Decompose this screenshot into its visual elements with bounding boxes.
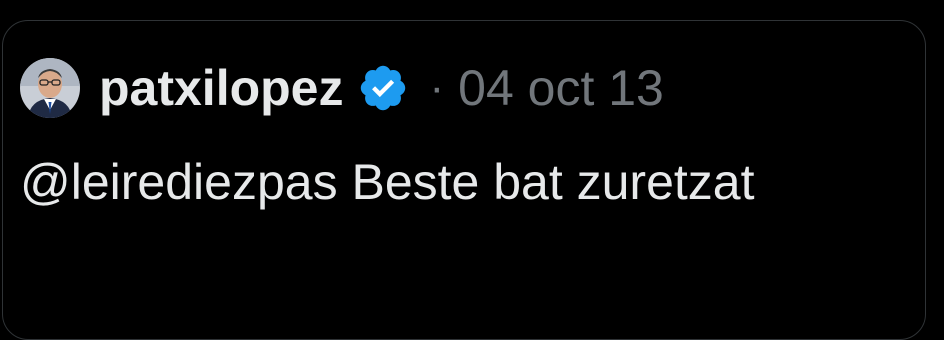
tweet-date[interactable]: 04 oct 13: [458, 63, 664, 113]
avatar[interactable]: [20, 58, 80, 118]
tweet-header: patxilopez · 04 oct 13: [20, 57, 664, 119]
profile-photo-icon: [20, 58, 80, 118]
separator-dot: ·: [429, 63, 445, 112]
verified-badge-icon: [355, 60, 411, 116]
author-username[interactable]: patxilopez: [99, 63, 343, 113]
tweet-text: @leirediezpas Beste bat zuretzat: [20, 154, 755, 210]
